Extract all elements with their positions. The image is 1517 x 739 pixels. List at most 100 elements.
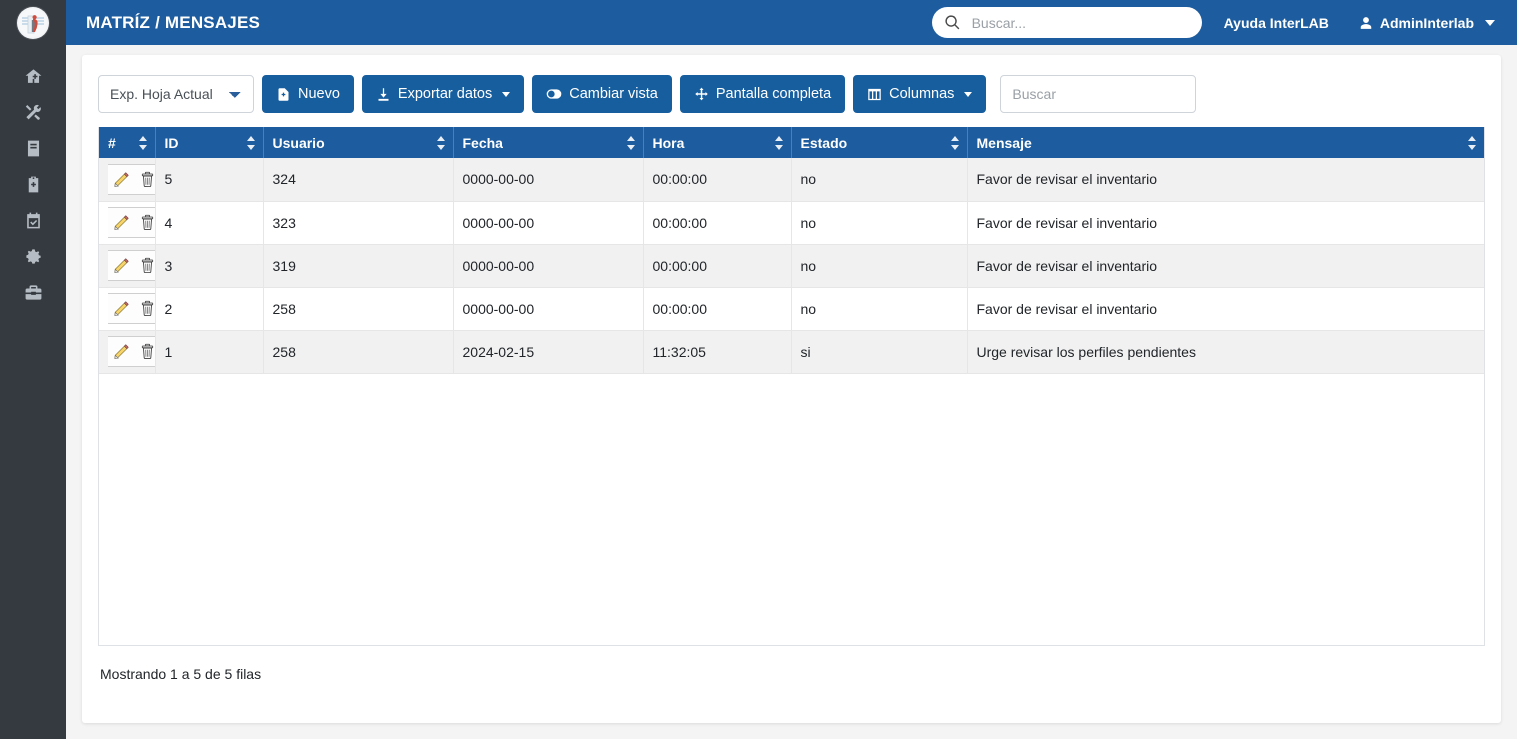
brand-logo[interactable] [0, 0, 66, 45]
export-button[interactable]: Exportar datos [361, 75, 525, 113]
trash-icon[interactable] [134, 294, 154, 323]
table-row[interactable]: 5 324 0000-00-00 00:00:00 no Favor de revisar… [99, 158, 1484, 202]
pencil-icon[interactable] [108, 165, 134, 194]
change-view-button[interactable]: Cambiar vista [532, 75, 672, 113]
sidebar-item-calendar[interactable] [0, 202, 66, 238]
export-button-label: Exportar datos [397, 86, 493, 102]
pencil-icon[interactable] [108, 208, 134, 237]
column-header-id[interactable]: ID [155, 127, 264, 158]
table-footer-info: Mostrando 1 a 5 de 5 filas [100, 666, 262, 682]
table-row[interactable]: 3 319 0000-00-00 00:00:00 no Favor de revisar… [99, 244, 1484, 288]
user-icon [1359, 16, 1373, 30]
row-cell-id: 258 [263, 287, 454, 331]
row-cell-fecha: 0000-00-00 [453, 201, 644, 245]
sidebar-item-toolbox[interactable] [0, 274, 66, 310]
page-title: MATRÍZ / MENSAJES [86, 12, 261, 32]
data-table-container: # ID Usuario Fecha Hora Estado Mensaje 5… [98, 127, 1485, 646]
pencil-icon[interactable] [108, 294, 134, 323]
table-body: 5 324 0000-00-00 00:00:00 no Favor de revisar… [99, 158, 1484, 374]
table-row[interactable]: 2 258 0000-00-00 00:00:00 no Favor de revisar… [99, 287, 1484, 331]
column-header-hora-label: Hora [652, 134, 685, 151]
book-icon [24, 139, 43, 158]
column-header-usuario-label: Usuario [272, 134, 325, 151]
row-cell-num: 1 [155, 330, 264, 374]
sort-icon[interactable] [950, 135, 960, 150]
column-header-fecha[interactable]: Fecha [453, 127, 644, 158]
header-search-box[interactable] [931, 7, 1202, 38]
sort-icon[interactable] [246, 135, 256, 150]
row-cell-fecha: 0000-00-00 [453, 287, 644, 331]
row-cell-hora: 00:00:00 [643, 287, 792, 331]
trash-icon[interactable] [134, 165, 154, 194]
header-search-input[interactable] [969, 13, 1190, 32]
row-cell-id: 323 [263, 201, 454, 245]
columns-button[interactable]: Columnas [853, 75, 987, 113]
sort-icon[interactable] [774, 135, 784, 150]
row-cell-id: 258 [263, 330, 454, 374]
row-cell-id: 319 [263, 244, 454, 288]
user-name-label: AdminInterlab [1379, 14, 1474, 31]
sort-icon[interactable] [436, 135, 446, 150]
clipboard-plus-icon [24, 175, 43, 194]
table-header-row: # ID Usuario Fecha Hora Estado Mensaje [99, 127, 1484, 158]
chevron-down-icon [964, 91, 973, 97]
sidebar-nav [0, 45, 66, 310]
row-cell-mensaje: Favor de revisar el inventario [967, 158, 1484, 202]
row-action-group [108, 163, 154, 195]
sort-icon[interactable] [626, 135, 636, 150]
column-header-hora[interactable]: Hora [643, 127, 792, 158]
table-toolbar: Exp. Hoja Actual Nuevo Exportar datos Ca… [98, 75, 1485, 113]
change-view-button-label: Cambiar vista [569, 86, 658, 102]
row-cell-num: 4 [155, 201, 264, 245]
sidebar-item-tools[interactable] [0, 94, 66, 130]
sort-icon[interactable] [1468, 135, 1477, 150]
row-cell-num: 2 [155, 287, 264, 331]
table-row[interactable]: 1 258 2024-02-15 11:32:05 si Urge revisar los… [99, 330, 1484, 374]
new-button[interactable]: Nuevo [262, 75, 354, 113]
sheet-select[interactable]: Exp. Hoja Actual [98, 75, 254, 113]
table-row[interactable]: 4 323 0000-00-00 00:00:00 no Favor de revisar… [99, 201, 1484, 245]
row-actions-cell [99, 201, 156, 245]
header-right-group: Ayuda InterLAB AdminInterlab [931, 7, 1495, 38]
row-actions-cell [99, 244, 156, 288]
sort-icon[interactable] [138, 135, 148, 150]
row-cell-mensaje: Favor de revisar el inventario [967, 201, 1484, 245]
search-icon [944, 14, 961, 31]
column-header-num[interactable]: # [99, 127, 156, 158]
column-header-mensaje-label: Mensaje [976, 134, 1032, 151]
table-search-input[interactable] [1000, 75, 1197, 113]
row-cell-id: 324 [263, 158, 454, 202]
new-button-label: Nuevo [298, 86, 340, 102]
chevron-down-icon [1485, 19, 1495, 26]
sidebar-item-settings[interactable] [0, 238, 66, 274]
tools-icon [24, 103, 43, 122]
sidebar-item-home[interactable] [0, 58, 66, 94]
row-cell-estado: no [791, 287, 968, 331]
top-header-bar: MATRÍZ / MENSAJES Ayuda InterLAB AdminIn… [66, 0, 1517, 45]
fullscreen-button[interactable]: Pantalla completa [679, 75, 846, 113]
column-header-fecha-label: Fecha [462, 134, 503, 151]
row-cell-estado: si [791, 330, 968, 374]
pencil-icon[interactable] [108, 251, 134, 280]
sidebar-item-records[interactable] [0, 130, 66, 166]
pencil-icon[interactable] [108, 337, 134, 366]
row-cell-estado: no [791, 244, 968, 288]
trash-icon[interactable] [134, 337, 154, 366]
row-cell-hora: 00:00:00 [643, 244, 792, 288]
row-cell-hora: 11:32:05 [643, 330, 792, 374]
row-cell-mensaje: Favor de revisar el inventario [967, 244, 1484, 288]
row-action-group [108, 207, 154, 238]
column-header-usuario[interactable]: Usuario [263, 127, 454, 158]
column-header-mensaje[interactable]: Mensaje [967, 127, 1484, 158]
help-link[interactable]: Ayuda InterLAB [1224, 15, 1329, 31]
user-menu[interactable]: AdminInterlab [1359, 15, 1495, 31]
row-cell-mensaje: Favor de revisar el inventario [967, 287, 1484, 331]
row-cell-hora: 00:00:00 [643, 201, 792, 245]
sidebar-item-clipboard[interactable] [0, 166, 66, 202]
trash-icon[interactable] [134, 251, 154, 280]
column-header-estado[interactable]: Estado [791, 127, 968, 158]
file-add-icon [276, 87, 291, 102]
row-actions-cell [99, 158, 156, 202]
column-header-estado-label: Estado [800, 134, 848, 151]
trash-icon[interactable] [134, 208, 154, 237]
